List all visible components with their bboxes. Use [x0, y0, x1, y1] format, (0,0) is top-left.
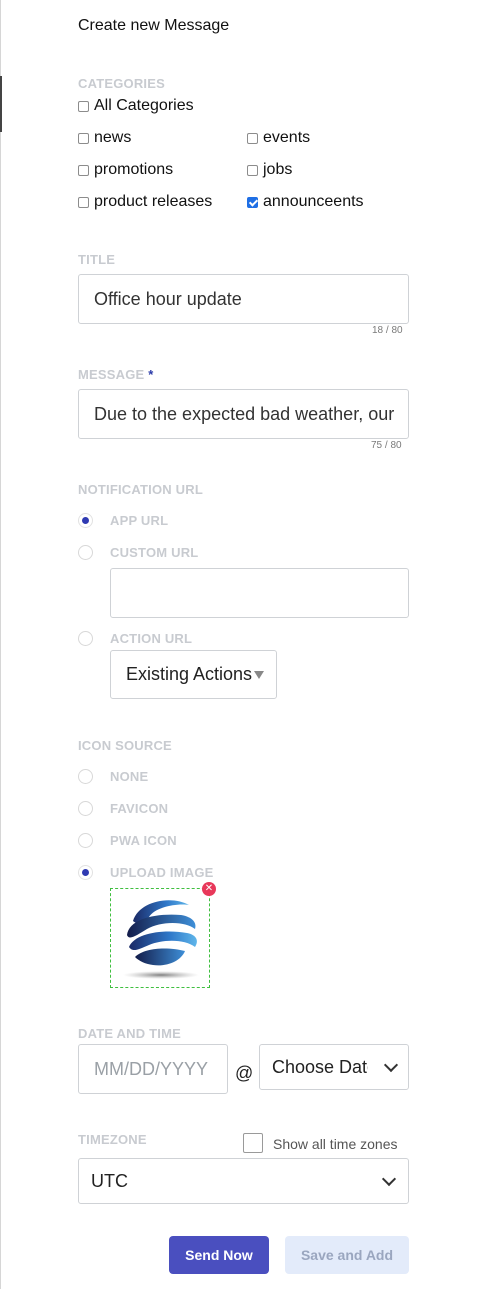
category-label: promotions — [94, 161, 174, 178]
date-time-label: DATE AND TIME — [78, 1026, 181, 1041]
left-scroll-indicator — [0, 76, 2, 132]
category-jobs[interactable]: jobs — [247, 161, 292, 179]
radio-icon[interactable] — [78, 833, 93, 848]
timezone-select[interactable]: UTC — [78, 1158, 409, 1204]
sphere-logo-icon — [123, 900, 199, 979]
radio-icon[interactable] — [78, 631, 93, 646]
category-label: announceents — [263, 193, 364, 210]
timezone-value: UTC — [91, 1170, 128, 1191]
checkbox-icon[interactable] — [247, 164, 258, 176]
show-all-timezones-label: Show all time zones — [273, 1136, 398, 1152]
remove-image-icon[interactable]: ✕ — [202, 882, 216, 896]
category-label: product releases — [94, 193, 213, 210]
checkbox-icon[interactable] — [78, 164, 89, 176]
existing-actions-value: Existing Actions — [126, 664, 253, 684]
checkbox-icon[interactable] — [78, 132, 89, 144]
uploaded-image-preview[interactable] — [110, 888, 210, 988]
radio-icon[interactable] — [78, 769, 93, 784]
radio-selected-icon[interactable] — [78, 865, 93, 880]
send-now-button[interactable]: Send Now — [169, 1236, 269, 1274]
page-title: Create new Message — [78, 17, 230, 34]
title-char-counter: 18 / 80 — [372, 325, 403, 336]
radio-app-url[interactable]: APP URL — [78, 513, 168, 528]
category-promotions[interactable]: promotions — [78, 161, 173, 179]
category-product-releases[interactable]: product releases — [78, 193, 212, 211]
radio-icon-none[interactable]: NONE — [78, 769, 148, 784]
title-label: TITLE — [78, 252, 116, 267]
radio-icon[interactable] — [78, 545, 93, 560]
message-label: MESSAGE * — [78, 367, 154, 382]
radio-icon-upload[interactable]: UPLOAD IMAGE — [78, 865, 214, 880]
time-select-value: Choose Date — [272, 1056, 368, 1077]
category-label: jobs — [263, 161, 293, 178]
message-char-counter: 75 / 80 — [371, 440, 402, 451]
checkbox-checked-icon[interactable] — [247, 196, 258, 208]
chevron-down-icon — [381, 1171, 397, 1186]
required-marker: * — [148, 367, 154, 382]
message-input[interactable]: Due to the expected bad weather, our — [78, 389, 409, 439]
category-label: events — [263, 129, 311, 146]
timezone-label: TIMEZONE — [78, 1132, 147, 1147]
category-announcements[interactable]: announceents — [247, 193, 364, 211]
show-all-timezones-checkbox[interactable] — [243, 1133, 263, 1153]
category-all[interactable]: All Categories — [78, 97, 194, 115]
radio-action-url[interactable]: ACTION URL — [78, 631, 192, 646]
title-input[interactable]: Office hour update — [78, 274, 409, 324]
at-sign: @ — [235, 1063, 254, 1083]
custom-url-input[interactable] — [110, 568, 409, 618]
dropdown-triangle-icon — [254, 670, 265, 679]
notification-url-label: NOTIFICATION URL — [78, 482, 203, 497]
radio-icon-pwa[interactable]: PWA ICON — [78, 833, 177, 848]
radio-custom-url[interactable]: CUSTOM URL — [78, 545, 198, 560]
category-events[interactable]: events — [247, 129, 310, 147]
date-input[interactable]: MM/DD/YYYY — [78, 1044, 228, 1094]
radio-icon[interactable] — [78, 801, 93, 816]
category-label: news — [94, 129, 132, 146]
radio-selected-icon[interactable] — [78, 513, 93, 528]
left-border — [0, 0, 1, 1289]
category-news[interactable]: news — [78, 129, 131, 147]
time-select[interactable]: Choose Date — [259, 1044, 409, 1090]
checkbox-icon[interactable] — [78, 196, 89, 208]
checkbox-icon[interactable] — [78, 100, 89, 112]
existing-actions-select[interactable]: Existing Actions — [110, 650, 277, 699]
checkbox-icon[interactable] — [247, 132, 258, 144]
save-and-add-button[interactable]: Save and Add — [285, 1236, 409, 1274]
radio-icon-favicon[interactable]: FAVICON — [78, 801, 168, 816]
chevron-down-icon — [383, 1057, 399, 1072]
categories-label: CATEGORIES — [78, 76, 165, 91]
category-label: All Categories — [94, 97, 194, 114]
icon-source-label: ICON SOURCE — [78, 738, 172, 753]
